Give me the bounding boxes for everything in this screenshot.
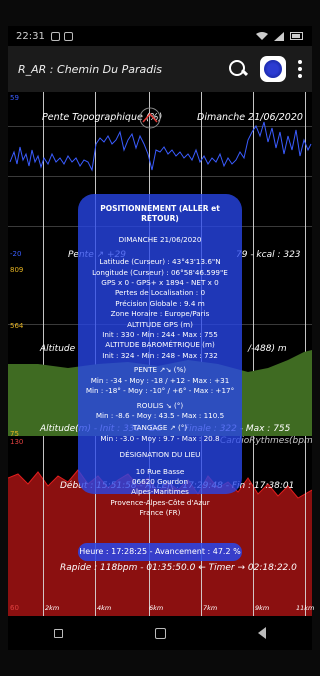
x-tick: 9km (255, 604, 270, 612)
cursor-marker-icon[interactable] (138, 106, 162, 130)
card-line: Min : -34 - Moy : -18 / +12 - Max : +31 (90, 375, 230, 385)
card-line: 06620 Gourdon (131, 476, 188, 486)
card-line: Latitude (Curseur) : 43°43'13.6"N (99, 257, 221, 267)
notification-icon (63, 31, 73, 41)
signal-icon (274, 31, 284, 41)
card-line: Alpes-Maritimes (131, 487, 189, 497)
x-tick: 4km (97, 604, 112, 612)
card-line: Provence-Alpes-Côte d'Azur (110, 497, 210, 507)
card-line: Min : -18° - Moy : -10° / +6° - Max : +1… (85, 386, 235, 396)
altitude-axis-top: 809 (10, 266, 24, 274)
wifi-icon (256, 31, 268, 40)
card-line: DÉSIGNATION DU LIEU (119, 450, 201, 460)
x-tick: 11km (296, 604, 315, 612)
card-line: France (FR) (139, 508, 181, 518)
card-line: Min : -8.6 - Moy : 43.5 - Max : 110.5 (95, 410, 225, 420)
card-line: Précision Globale : 9.4 m (115, 298, 205, 308)
card-line: Init : 330 - Min : 244 - Max : 755 (102, 330, 218, 340)
altitude-left-label: Altitude (40, 344, 76, 354)
slope-stats-right: 79 - kcal : 323 (236, 250, 301, 260)
x-tick: 2km (45, 604, 60, 612)
app-bar-actions (228, 56, 302, 82)
x-tick: 6km (149, 604, 164, 612)
card-line: ROULIS ↘ (°) (136, 400, 184, 410)
status-time: 22:31 (16, 30, 45, 42)
recents-icon[interactable] (54, 628, 63, 638)
search-icon[interactable] (228, 59, 248, 79)
status-notification-icons (50, 31, 73, 41)
card-line: 10 Rue Basse (135, 466, 185, 476)
progress-pill[interactable]: Heure : 17:28:25 - Avancement : 47.2 % (78, 543, 242, 561)
card-line: Zone Horaire : Europe/Paris (110, 309, 210, 319)
chart-date: Dimanche 21/06/2020 (197, 112, 303, 123)
card-line: ALTITUDE BAROMÉTRIQUE (m) (105, 340, 215, 350)
app-logo-icon[interactable] (260, 56, 286, 82)
back-icon[interactable] (258, 627, 266, 639)
card-date: DIMANCHE 21/06/2020 (118, 234, 202, 244)
app-title: R_AR : Chemin Du Paradis (18, 62, 163, 76)
cardio-rapide-line: Rapide : 118bpm - 01:35:50.0 ← Timer → 0… (60, 563, 297, 573)
x-axis-ticks: 2km 4km 6km 7km 9km 11km (8, 604, 315, 616)
notification-icon (50, 31, 60, 41)
status-bar: 22:31 (8, 26, 312, 46)
card-line: Longitude (Curseur) : 06°58'46.599"E (92, 267, 228, 277)
card-title: POSITIONNEMENT (ALLER et RETOUR) (100, 204, 220, 224)
battery-icon (290, 32, 303, 40)
altitude-axis-mid: 564 (10, 322, 24, 330)
altitude-right-label: /-488) m (248, 344, 287, 354)
overflow-menu-icon[interactable] (298, 60, 302, 78)
positioning-info-card[interactable]: POSITIONNEMENT (ALLER et RETOUR) DIMANCH… (78, 194, 242, 517)
card-line: TANGAGE ↗ (°) (132, 423, 188, 433)
slope-axis-bottom: -20 (10, 250, 22, 258)
system-nav-bar (8, 616, 312, 650)
card-line: Init : 324 - Min : 248 - Max : 732 (102, 350, 218, 360)
home-icon[interactable] (155, 627, 166, 639)
card-line: ALTITUDE GPS (m) (127, 319, 193, 329)
card-line: GPS x 0 - GPS+ x 1894 - NET x 0 (101, 278, 219, 288)
cardio-axis-top: 130 (10, 438, 24, 446)
x-tick: 7km (203, 604, 218, 612)
status-right-icons (256, 31, 304, 41)
card-line: Pertes de Localisation : 0 (114, 288, 206, 298)
slope-axis-top: 59 (10, 94, 19, 102)
card-line: Min : -3.0 - Moy : 9.7 - Max : 20.8 (100, 433, 220, 443)
card-line: PENTE ↗↘ (%) (133, 365, 187, 375)
app-bar: R_AR : Chemin Du Paradis (8, 46, 312, 92)
